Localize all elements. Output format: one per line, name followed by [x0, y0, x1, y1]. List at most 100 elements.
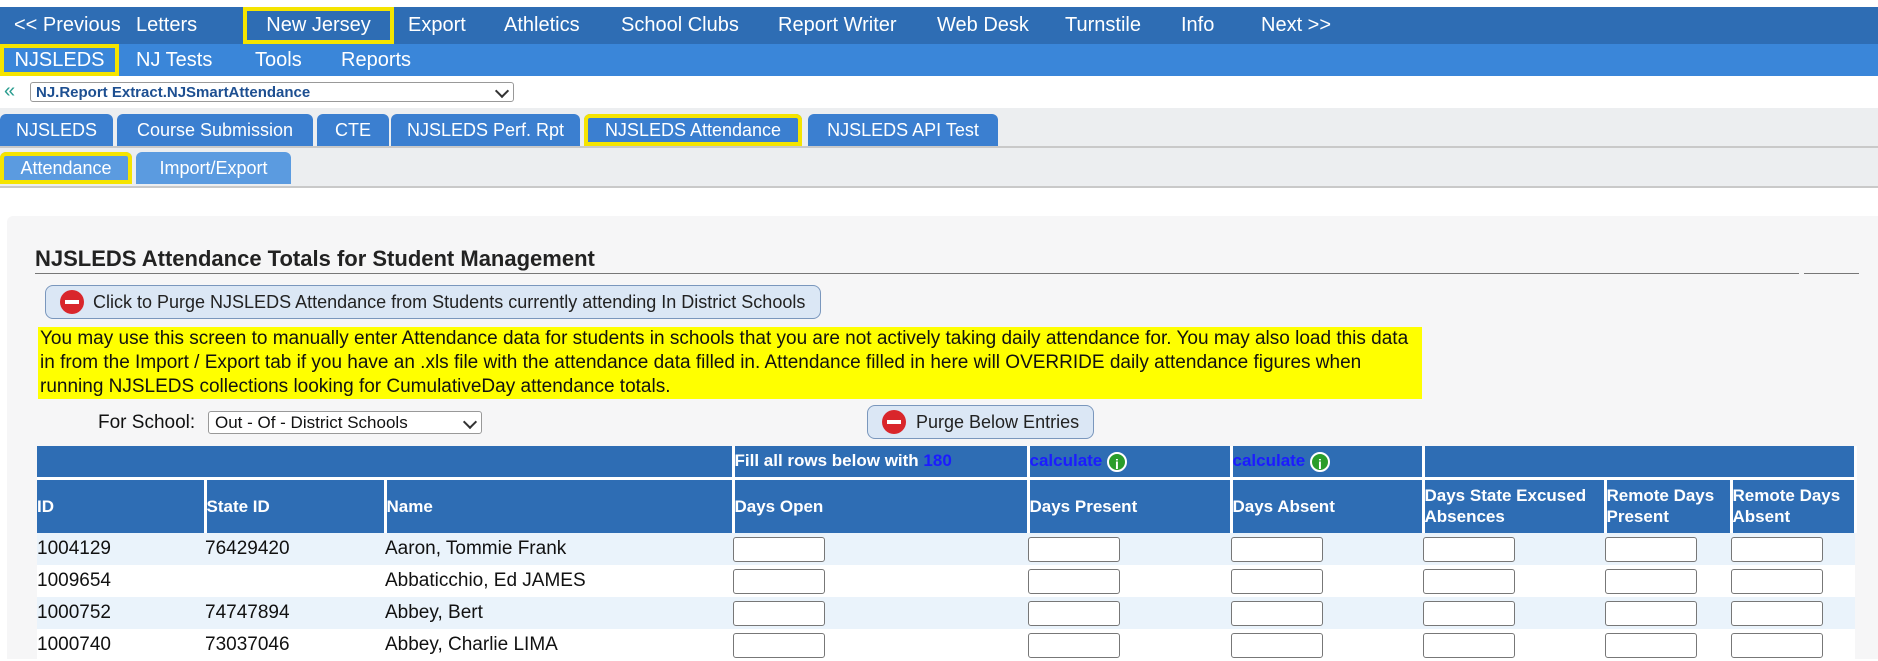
days-present-input[interactable]	[1028, 536, 1120, 562]
sub-tabs: Attendance Import/Export	[0, 148, 1878, 188]
days-absent-input[interactable]	[1231, 536, 1323, 562]
purge-all-button[interactable]: Click to Purge NJSLEDS Attendance from S…	[45, 285, 821, 319]
school-select-value: Out - Of - District Schools	[215, 413, 408, 432]
cell-state-id: 73037046	[205, 629, 385, 661]
cell-days-absent	[1231, 597, 1423, 629]
calculate-present-link[interactable]: calculate	[1030, 451, 1103, 470]
days-absent-input[interactable]	[1231, 632, 1323, 658]
column-header-remote-days-absent[interactable]: Remote Days Absent	[1731, 476, 1857, 533]
nav-web-desk[interactable]: Web Desk	[923, 7, 1043, 44]
table-row: 1000752 74747894 Abbey, Bert	[37, 597, 1855, 629]
cell-days-absent	[1231, 629, 1423, 661]
tab-njsleds-api-test[interactable]: NJSLEDS API Test	[808, 114, 998, 146]
cell-excused	[1423, 629, 1605, 661]
column-header-id[interactable]: ID	[37, 476, 207, 533]
days-present-input[interactable]	[1028, 568, 1120, 594]
stop-icon	[882, 410, 906, 434]
subnav-tools[interactable]: Tools	[241, 44, 316, 76]
fill-controls-row: Fill all rows below with 180 calculate i…	[37, 446, 1857, 478]
report-select[interactable]: NJ.Report Extract.NJSmartAttendance	[30, 82, 514, 102]
cell-days-open	[733, 629, 1028, 661]
excused-absences-input[interactable]	[1423, 568, 1515, 594]
remote-days-absent-input[interactable]	[1731, 632, 1823, 658]
cell-remote-present	[1605, 565, 1731, 597]
top-navigation-bar: << Previous Letters New Jersey Export At…	[0, 7, 1878, 44]
nav-turnstile[interactable]: Turnstile	[1051, 7, 1155, 44]
collapse-left-icon[interactable]: «	[4, 80, 22, 102]
title-divider-right	[1804, 273, 1859, 274]
days-open-input[interactable]	[733, 632, 825, 658]
days-absent-input[interactable]	[1231, 600, 1323, 626]
cell-days-present	[1028, 629, 1231, 661]
remote-days-absent-input[interactable]	[1731, 536, 1823, 562]
calculate-present-cell: calculate i	[1028, 446, 1233, 478]
nav-new-jersey[interactable]: New Jersey	[243, 7, 394, 44]
column-header-days-absent[interactable]: Days Absent	[1231, 476, 1425, 533]
column-header-days-open[interactable]: Days Open	[733, 476, 1030, 533]
info-icon[interactable]: i	[1107, 451, 1127, 472]
days-absent-input[interactable]	[1231, 568, 1323, 594]
column-header-days-present[interactable]: Days Present	[1028, 476, 1233, 533]
sub-navigation-bar: NJSLEDS NJ Tests Tools Reports	[0, 44, 1878, 76]
cell-days-open	[733, 597, 1028, 629]
cell-remote-absent	[1731, 533, 1855, 565]
chevron-down-icon	[462, 414, 478, 430]
fill-all-cell: Fill all rows below with 180	[733, 446, 1030, 478]
days-open-input[interactable]	[733, 568, 825, 594]
days-present-input[interactable]	[1028, 632, 1120, 658]
cell-days-absent	[1231, 533, 1423, 565]
title-divider	[35, 273, 1799, 274]
days-open-input[interactable]	[733, 536, 825, 562]
subtab-import-export[interactable]: Import/Export	[136, 152, 291, 184]
fill-all-value-link[interactable]: 180	[923, 451, 951, 470]
tab-njsleds-perf-rpt[interactable]: NJSLEDS Perf. Rpt	[391, 114, 580, 146]
subtab-attendance[interactable]: Attendance	[0, 152, 132, 184]
calculate-absent-cell: calculate i	[1231, 446, 1425, 478]
nav-school-clubs[interactable]: School Clubs	[607, 7, 753, 44]
column-header-days-state-excused[interactable]: Days State Excused Absences	[1423, 476, 1607, 533]
nav-athletics[interactable]: Athletics	[490, 7, 594, 44]
cell-remote-absent	[1731, 629, 1855, 661]
cell-days-open	[733, 565, 1028, 597]
cell-name: Aaron, Tommie Frank	[385, 533, 733, 565]
subnav-njsleds[interactable]: NJSLEDS	[0, 44, 119, 76]
excused-absences-input[interactable]	[1423, 632, 1515, 658]
remote-days-absent-input[interactable]	[1731, 600, 1823, 626]
remote-days-present-input[interactable]	[1605, 536, 1697, 562]
nav-report-writer[interactable]: Report Writer	[764, 7, 911, 44]
subnav-nj-tests[interactable]: NJ Tests	[122, 44, 226, 76]
cell-id: 1004129	[37, 533, 205, 565]
days-present-input[interactable]	[1028, 600, 1120, 626]
days-open-input[interactable]	[733, 600, 825, 626]
excused-absences-input[interactable]	[1423, 600, 1515, 626]
nav-info[interactable]: Info	[1167, 7, 1228, 44]
column-header-name[interactable]: Name	[385, 476, 735, 533]
subnav-reports[interactable]: Reports	[327, 44, 425, 76]
school-label: For School:	[98, 412, 196, 433]
column-header-state-id[interactable]: State ID	[205, 476, 387, 533]
remote-days-present-input[interactable]	[1605, 632, 1697, 658]
tab-njsleds-attendance[interactable]: NJSLEDS Attendance	[584, 114, 802, 146]
tab-njsleds[interactable]: NJSLEDS	[0, 114, 113, 146]
calculate-absent-link[interactable]: calculate	[1233, 451, 1306, 470]
tab-cte[interactable]: CTE	[317, 114, 389, 146]
tab-course-submission[interactable]: Course Submission	[117, 114, 313, 146]
excused-absences-input[interactable]	[1423, 536, 1515, 562]
cell-excused	[1423, 597, 1605, 629]
cell-id: 1000752	[37, 597, 205, 629]
remote-days-present-input[interactable]	[1605, 568, 1697, 594]
nav-letters[interactable]: Letters	[122, 7, 211, 44]
notice-text: You may use this screen to manually ente…	[38, 327, 1422, 399]
info-icon[interactable]: i	[1310, 451, 1330, 472]
column-header-remote-days-present[interactable]: Remote Days Present	[1605, 476, 1733, 533]
cell-days-present	[1028, 533, 1231, 565]
nav-export[interactable]: Export	[394, 7, 480, 44]
remote-days-absent-input[interactable]	[1731, 568, 1823, 594]
nav-next[interactable]: Next >>	[1247, 7, 1345, 44]
page-title: NJSLEDS Attendance Totals for Student Ma…	[35, 246, 595, 271]
school-select[interactable]: Out - Of - District Schools	[208, 411, 482, 434]
nav-previous[interactable]: << Previous	[0, 7, 135, 44]
purge-below-button[interactable]: Purge Below Entries	[867, 405, 1094, 439]
remote-days-present-input[interactable]	[1605, 600, 1697, 626]
cell-name: Abbey, Charlie LIMA	[385, 629, 733, 661]
